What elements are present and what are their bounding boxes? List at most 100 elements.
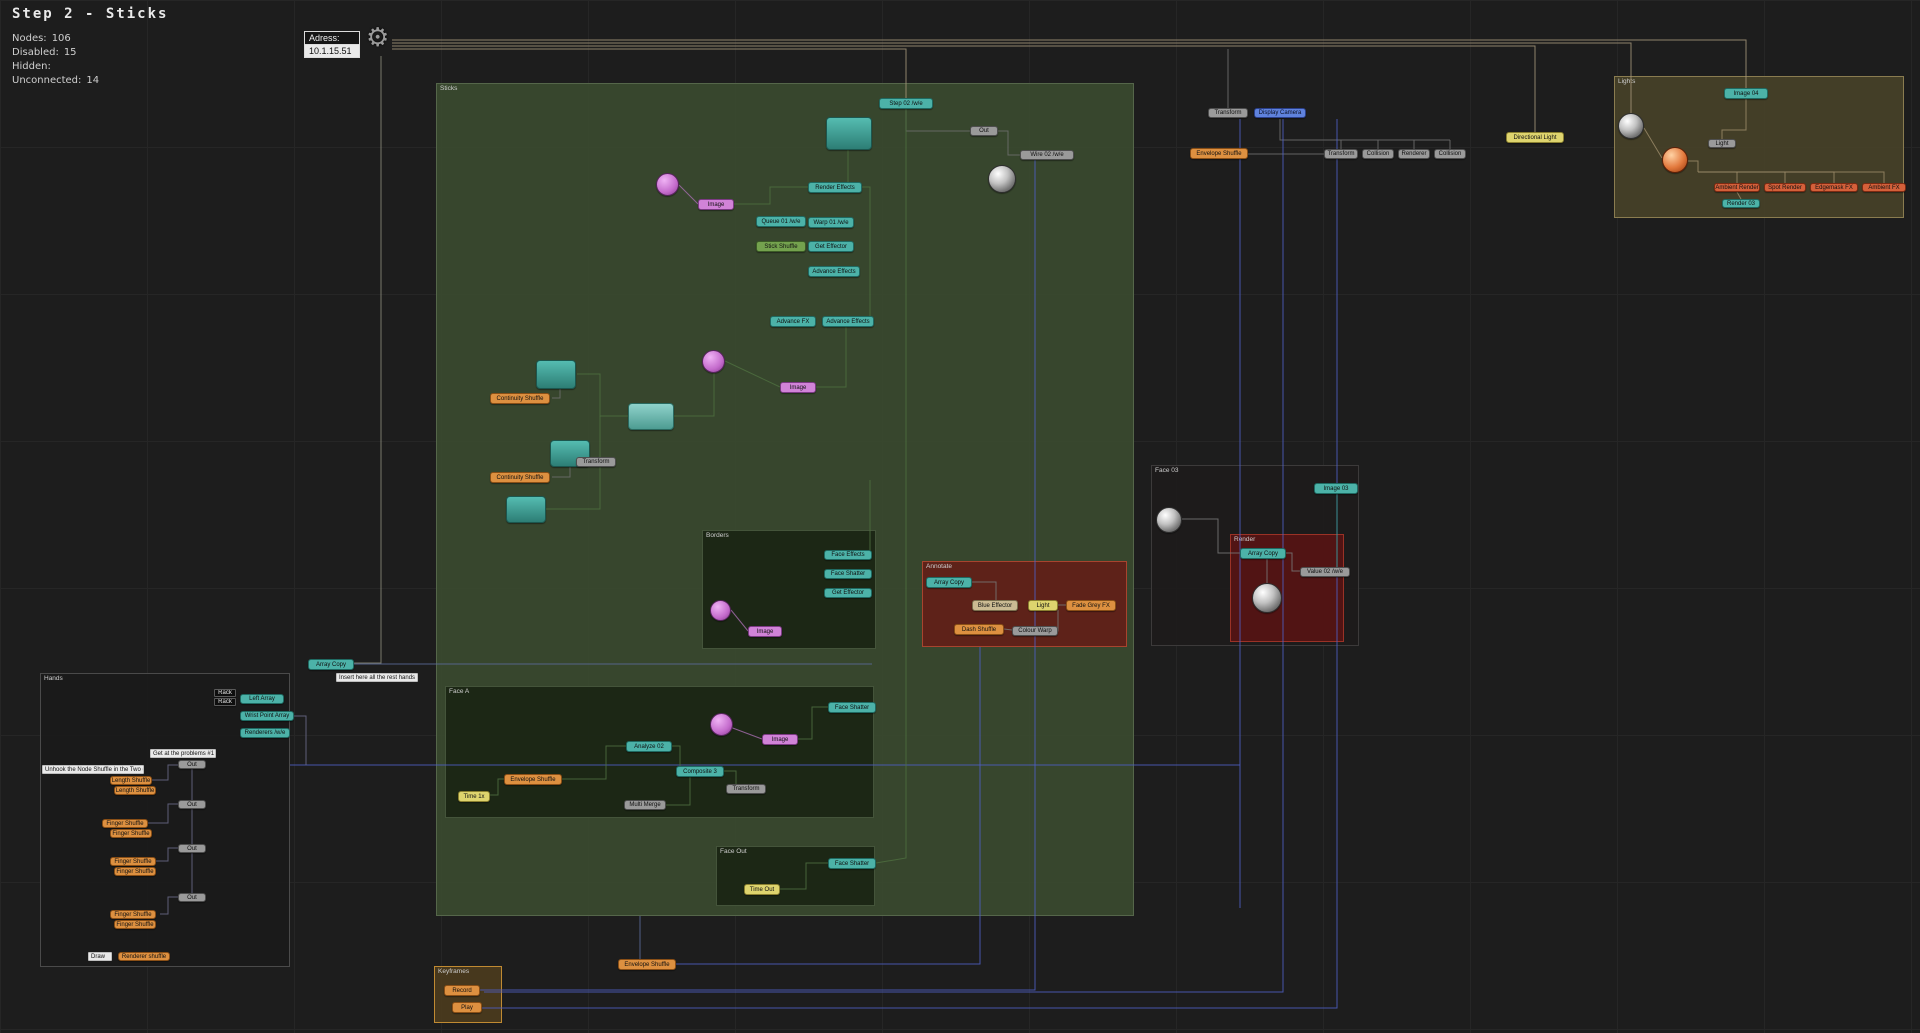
settings-gear-icon[interactable]: ⚙ <box>366 22 389 53</box>
continuity-shuffle-1[interactable]: Continuity Shuffle <box>490 393 550 404</box>
advance-fx-node[interactable]: Advance FX <box>770 316 816 327</box>
face-shatter-node-1[interactable]: Face Shatter <box>824 569 872 579</box>
face-shatter-node-2[interactable]: Face Shatter <box>828 702 876 713</box>
array-copy-node-1[interactable]: Array Copy <box>926 577 972 588</box>
light-node-2[interactable]: Light <box>1028 600 1058 611</box>
face03-render-sphere-2[interactable] <box>1252 583 1282 613</box>
stat-disabled: Disabled: 15 <box>12 47 77 58</box>
out-node-2[interactable]: Out <box>178 800 206 809</box>
envelope-shuffle-2[interactable]: Envelope Shuffle <box>504 774 562 785</box>
transform-node-top[interactable]: Transform <box>1208 108 1248 118</box>
finger-shuffle-6[interactable]: Finger Shuffle <box>114 920 156 929</box>
geo-node-1[interactable] <box>826 117 872 150</box>
array-copy-node-2[interactable]: Array Copy <box>1240 548 1286 559</box>
wrist-point-array-node[interactable]: Wrist Point Array <box>240 711 294 721</box>
comment-problems-2: Unhook the Node Shuffle in the Two #prob… <box>42 765 144 774</box>
play-node[interactable]: Play <box>452 1002 482 1013</box>
left-array-node[interactable]: Left Array <box>240 694 284 704</box>
length-shuffle-2[interactable]: Length Shuffle <box>114 786 156 795</box>
stick-shuffle-node[interactable]: Stick Shuffle <box>756 241 806 252</box>
face-effects-node[interactable]: Face Effects <box>824 550 872 560</box>
face-shatter-node-3[interactable]: Face Shatter <box>828 858 876 869</box>
render-effects-node[interactable]: Render Effects <box>808 182 862 193</box>
edgemask-fx-node[interactable]: Edgemask FX <box>1810 183 1858 192</box>
node-graph-canvas[interactable]: Sticks Borders Face A Face Out Annotate Hands… <box>0 0 1920 1033</box>
stat-nodes: Nodes: 106 <box>12 33 71 44</box>
advance-effects-node-2[interactable]: Advance Effects <box>822 316 874 327</box>
multi-merge-node[interactable]: Multi Merge <box>624 800 666 810</box>
length-shuffle-1[interactable]: Length Shuffle <box>110 776 152 785</box>
address-box: Adress: 10.1.15.51 <box>304 31 360 58</box>
image-node-1[interactable]: Image <box>698 199 734 210</box>
image-node-3[interactable]: Image <box>748 626 782 637</box>
lights-render-sphere-2[interactable] <box>1662 147 1688 173</box>
light-small-node[interactable]: Light <box>1708 139 1736 148</box>
continuity-shuffle-2[interactable]: Continuity Shuffle <box>490 472 550 483</box>
renderer-circle-2[interactable] <box>702 350 725 373</box>
lights-render-sphere[interactable]: Render <box>1618 113 1644 139</box>
renderers-node[interactable]: Renderers /w/e <box>240 728 290 738</box>
renderer-circle-1[interactable] <box>656 173 679 196</box>
finger-shuffle-3[interactable]: Finger Shuffle <box>110 857 156 866</box>
time-out-node[interactable]: Time Out <box>744 884 780 895</box>
array-copy-node-3[interactable]: Array Copy <box>308 659 354 670</box>
queue-01-node[interactable]: Queue 01 /w/e <box>756 216 806 227</box>
finger-shuffle-2[interactable]: Finger Shuffle <box>110 829 152 838</box>
composite-3-node[interactable]: Composite 3 <box>676 766 724 777</box>
image-node-2[interactable]: Image <box>780 382 816 393</box>
rack-node-1[interactable]: Rack <box>214 689 236 697</box>
ambient-render-node[interactable]: Ambient Render <box>1714 183 1760 192</box>
node-layer: Step 02 /w/e Out Wire 02 /w/e Transform Disp… <box>0 0 1920 1033</box>
rack-node-2[interactable]: Rack <box>214 698 236 706</box>
address-input[interactable]: 10.1.15.51 <box>304 45 360 58</box>
finger-shuffle-5[interactable]: Finger Shuffle <box>110 910 156 919</box>
collision-node[interactable]: Collision <box>1362 149 1394 159</box>
transform-node-mid[interactable]: Transform <box>576 457 616 467</box>
out-node-top[interactable]: Out <box>970 126 998 136</box>
step-02-node[interactable]: Step 02 /w/e <box>879 98 933 109</box>
warp-01-node[interactable]: Warp 01 /w/e <box>808 217 854 228</box>
collision-2-node[interactable]: Collision <box>1434 149 1466 159</box>
geo-node-5[interactable] <box>506 496 546 523</box>
time-1x-node[interactable]: Time 1x <box>458 791 490 802</box>
comment-hands: Insert here all the rest hands <box>336 673 418 682</box>
renderer-node-top[interactable]: Renderer <box>1398 149 1430 159</box>
colour-warp-node[interactable]: Colour Warp <box>1012 626 1058 636</box>
blue-effector-node[interactable]: Blue Effector <box>972 600 1018 611</box>
spot-render-node[interactable]: Spot Render <box>1764 183 1806 192</box>
out-node-1[interactable]: Out <box>178 760 206 769</box>
stat-hidden: Hidden: <box>12 61 51 72</box>
render-03-node[interactable]: Render 03 <box>1722 199 1760 208</box>
renderer-shuffle-node[interactable]: Renderer shuffle <box>118 952 170 961</box>
display-camera-node[interactable]: Display Camera <box>1254 108 1306 118</box>
transform-node-2[interactable]: Transform <box>726 784 766 794</box>
ambient-fx-node[interactable]: Ambient FX <box>1862 183 1906 192</box>
envelope-shuffle-3[interactable]: Envelope Shuffle <box>618 959 676 970</box>
renderer-circle-4[interactable] <box>710 713 733 736</box>
geo-node-2[interactable] <box>536 360 576 389</box>
envelope-shuffle-top[interactable]: Envelope Shuffle <box>1190 148 1248 159</box>
record-node[interactable]: Record <box>444 985 480 996</box>
renderer-circle-3[interactable] <box>710 600 731 621</box>
get-effector-node-2[interactable]: Get Effector <box>824 588 872 598</box>
advance-effects-node-1[interactable]: Advance Effects <box>808 266 860 277</box>
directional-light-node[interactable]: Directional Light <box>1506 132 1564 143</box>
out-node-4[interactable]: Out <box>178 893 206 902</box>
out-node-3[interactable]: Out <box>178 844 206 853</box>
transform-2-node[interactable]: Transform <box>1324 149 1358 159</box>
geo-node-3[interactable] <box>628 403 674 430</box>
image-04-node[interactable]: Image 04 <box>1724 88 1768 99</box>
finger-shuffle-4[interactable]: Finger Shuffle <box>114 867 156 876</box>
image-03-node[interactable]: Image 03 <box>1314 483 1358 494</box>
analyze-02-node[interactable]: Analyze 02 <box>626 741 672 752</box>
render-sphere-top[interactable] <box>988 165 1016 193</box>
value-02-node[interactable]: Value 02 /w/e <box>1300 567 1350 577</box>
fade-grey-fx-node[interactable]: Fade Grey FX <box>1066 600 1116 611</box>
page-title: Step 2 - Sticks <box>12 6 169 22</box>
dash-shuffle-node[interactable]: Dash Shuffle <box>954 624 1004 635</box>
face03-render-sphere[interactable]: Render <box>1156 507 1182 533</box>
wire-02-node[interactable]: Wire 02 /w/e <box>1020 150 1074 160</box>
finger-shuffle-1[interactable]: Finger Shuffle <box>102 819 148 828</box>
image-node-4[interactable]: Image <box>762 734 798 745</box>
get-effector-node-1[interactable]: Get Effector <box>808 241 854 252</box>
